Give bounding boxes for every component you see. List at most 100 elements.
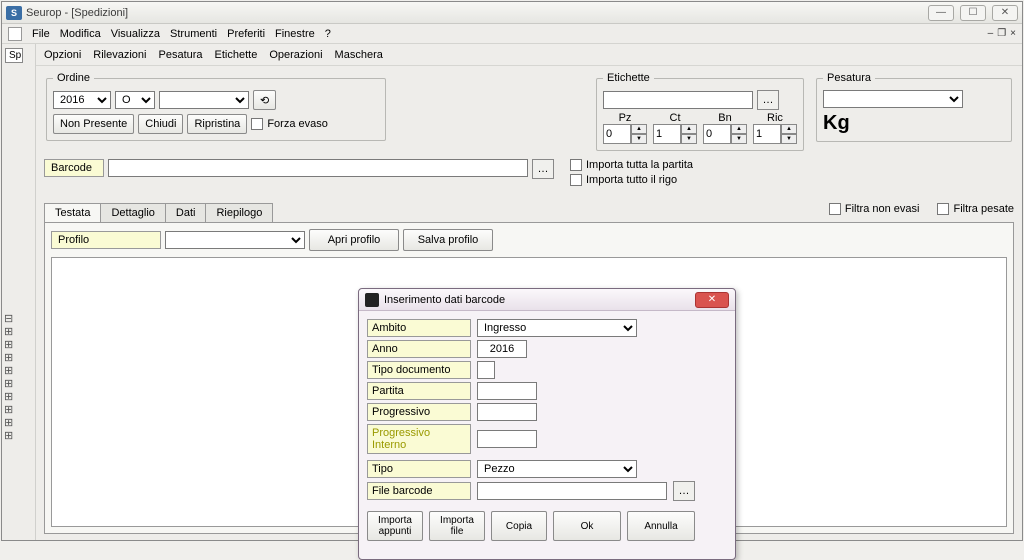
ct-spinner[interactable]: ▲▼ — [653, 124, 697, 144]
left-strip: Sp — [2, 44, 36, 540]
app-icon: S — [6, 6, 22, 20]
menu-finestre[interactable]: Finestre — [275, 28, 315, 40]
ric-label: Ric — [753, 112, 797, 124]
ambito-label: Ambito — [367, 319, 471, 337]
anno-input[interactable] — [477, 340, 527, 358]
barcode-label: Barcode — [44, 159, 104, 177]
menu-visualizza[interactable]: Visualizza — [111, 28, 160, 40]
tab-dettaglio[interactable]: Dettaglio — [100, 203, 165, 222]
titlebar: S Seurop - [Spedizioni] — ☐ ✕ — [2, 2, 1022, 24]
tool-maschera[interactable]: Maschera — [335, 49, 383, 61]
etichette-input[interactable] — [603, 91, 753, 109]
menu-icon[interactable] — [8, 27, 22, 41]
forza-evaso-checkbox[interactable]: Forza evaso — [251, 118, 328, 130]
menu-modifica[interactable]: Modifica — [60, 28, 101, 40]
tipo-select[interactable]: Pezzo — [477, 460, 637, 478]
importa-appunti-button[interactable]: Importa appunti — [367, 511, 423, 541]
mdi-close[interactable]: × — [1010, 28, 1016, 39]
non-presente-button[interactable]: Non Presente — [53, 114, 134, 134]
ordine-combo-3[interactable] — [159, 91, 249, 109]
ordine-year-select[interactable]: 2016 — [53, 91, 111, 109]
partita-input[interactable] — [477, 382, 537, 400]
tool-opzioni[interactable]: Opzioni — [44, 49, 81, 61]
annulla-button[interactable]: Annulla — [627, 511, 695, 541]
etichette-group: Etichette … Pz▲▼ Ct▲▼ Bn▲▼ Ric▲▼ — [596, 72, 804, 151]
ripristina-button[interactable]: Ripristina — [187, 114, 247, 134]
menu-strumenti[interactable]: Strumenti — [170, 28, 217, 40]
menu-file[interactable]: File — [32, 28, 50, 40]
pz-label: Pz — [603, 112, 647, 124]
tab-testata[interactable]: Testata — [44, 203, 101, 222]
app-window: S Seurop - [Spedizioni] — ☐ ✕ File Modif… — [1, 1, 1023, 541]
filtra-non-evasi-checkbox[interactable]: Filtra non evasi — [829, 203, 920, 215]
refresh-button[interactable]: ⟲ — [253, 90, 276, 110]
mdi-restore[interactable]: ❐ — [997, 28, 1006, 39]
ambito-select[interactable]: Ingresso — [477, 319, 637, 337]
profilo-label: Profilo — [51, 231, 161, 249]
menubar: File Modifica Visualizza Strumenti Prefe… — [2, 24, 1022, 44]
barcode-input[interactable] — [108, 159, 528, 177]
bn-spinner[interactable]: ▲▼ — [703, 124, 747, 144]
menu-help[interactable]: ? — [325, 28, 331, 40]
copia-button[interactable]: Copia — [491, 511, 547, 541]
file-barcode-label: File barcode — [367, 482, 471, 500]
importa-partita-checkbox[interactable]: Importa tutta la partita — [570, 159, 693, 171]
main-panel: Opzioni Rilevazioni Pesatura Etichette O… — [36, 44, 1022, 540]
modal-title: Inserimento dati barcode — [384, 294, 505, 306]
salva-profilo-button[interactable]: Salva profilo — [403, 229, 493, 251]
barcode-modal: Inserimento dati barcode ✕ Ambito Ingress… — [358, 288, 736, 560]
mdi-controls: – ❐ × — [988, 28, 1016, 39]
importa-rigo-checkbox[interactable]: Importa tutto il rigo — [570, 174, 677, 186]
file-barcode-browse[interactable]: … — [673, 481, 695, 501]
partita-label: Partita — [367, 382, 471, 400]
etichette-browse[interactable]: … — [757, 90, 779, 110]
ordine-legend: Ordine — [53, 72, 94, 84]
bn-label: Bn — [703, 112, 747, 124]
tabs: Testata Dettaglio Dati Riepilogo — [44, 203, 272, 222]
tool-pesatura[interactable]: Pesatura — [159, 49, 203, 61]
progressivo-interno-input[interactable] — [477, 430, 537, 448]
importa-file-button[interactable]: Importa file — [429, 511, 485, 541]
barcode-icon — [365, 293, 379, 307]
tipodoc-label: Tipo documento — [367, 361, 471, 379]
secondary-toolbar: Opzioni Rilevazioni Pesatura Etichette O… — [36, 44, 1022, 66]
modal-close-button[interactable]: ✕ — [695, 292, 729, 308]
mdi-minimize[interactable]: – — [988, 28, 994, 39]
tool-rilevazioni[interactable]: Rilevazioni — [93, 49, 146, 61]
pz-spinner[interactable]: ▲▼ — [603, 124, 647, 144]
tool-operazioni[interactable]: Operazioni — [269, 49, 322, 61]
window-title: Seurop - [Spedizioni] — [26, 7, 128, 19]
ordine-group: Ordine 2016 O ⟲ Non Presente Chiudi Ripr… — [46, 72, 386, 141]
pesatura-legend: Pesatura — [823, 72, 875, 84]
anno-label: Anno — [367, 340, 471, 358]
pesatura-select[interactable] — [823, 90, 963, 108]
minimize-button[interactable]: — — [928, 5, 954, 21]
ordine-letter-select[interactable]: O — [115, 91, 155, 109]
tipo-label: Tipo — [367, 460, 471, 478]
pesatura-unit: Kg — [823, 112, 1005, 135]
menu-preferiti[interactable]: Preferiti — [227, 28, 265, 40]
maximize-button[interactable]: ☐ — [960, 5, 986, 21]
ric-spinner[interactable]: ▲▼ — [753, 124, 797, 144]
ok-button[interactable]: Ok — [553, 511, 621, 541]
left-tab[interactable]: Sp — [5, 48, 23, 63]
progressivo-label: Progressivo — [367, 403, 471, 421]
etichette-legend: Etichette — [603, 72, 654, 84]
file-barcode-input[interactable] — [477, 482, 667, 500]
tree[interactable] — [2, 313, 35, 443]
close-button[interactable]: ✕ — [992, 5, 1018, 21]
chiudi-button[interactable]: Chiudi — [138, 114, 183, 134]
progressivo-interno-label: Progressivo Interno — [367, 424, 471, 454]
profilo-select[interactable] — [165, 231, 305, 249]
tipodoc-input[interactable] — [477, 361, 495, 379]
ct-label: Ct — [653, 112, 697, 124]
modal-titlebar: Inserimento dati barcode ✕ — [359, 289, 735, 311]
apri-profilo-button[interactable]: Apri profilo — [309, 229, 399, 251]
tool-etichette[interactable]: Etichette — [215, 49, 258, 61]
barcode-browse[interactable]: … — [532, 159, 554, 179]
filtra-pesate-checkbox[interactable]: Filtra pesate — [937, 203, 1014, 215]
tab-riepilogo[interactable]: Riepilogo — [205, 203, 273, 222]
pesatura-group: Pesatura Kg — [816, 72, 1012, 142]
progressivo-input[interactable] — [477, 403, 537, 421]
tab-dati[interactable]: Dati — [165, 203, 207, 222]
